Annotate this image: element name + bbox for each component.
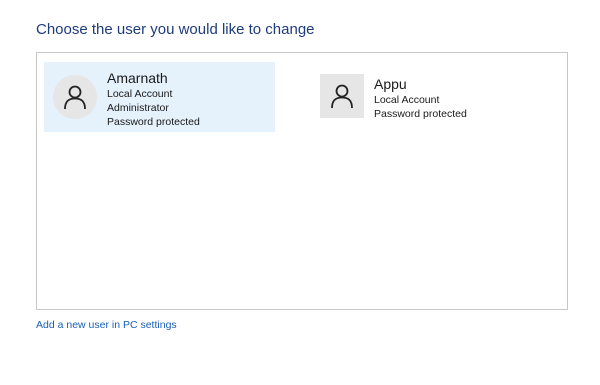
user-icon xyxy=(331,84,353,109)
user-name: Amarnath xyxy=(107,70,168,86)
user-icon xyxy=(64,85,86,110)
add-new-user-link[interactable]: Add a new user in PC settings xyxy=(36,319,177,331)
user-tile-appu[interactable]: Appu Local Account Password protected xyxy=(312,65,512,125)
user-account-type: Local Account xyxy=(374,94,440,106)
user-name: Appu xyxy=(374,76,407,92)
user-avatar xyxy=(53,75,97,119)
user-tile-amarnath[interactable]: Amarnath Local Account Administrator Pas… xyxy=(44,62,275,132)
user-avatar xyxy=(320,74,364,118)
user-list-panel: Amarnath Local Account Administrator Pas… xyxy=(36,52,568,310)
user-password-status: Password protected xyxy=(107,116,200,128)
user-account-type: Local Account xyxy=(107,88,173,100)
page-title: Choose the user you would like to change xyxy=(36,21,315,38)
user-password-status: Password protected xyxy=(374,108,467,120)
user-role: Administrator xyxy=(107,102,169,114)
